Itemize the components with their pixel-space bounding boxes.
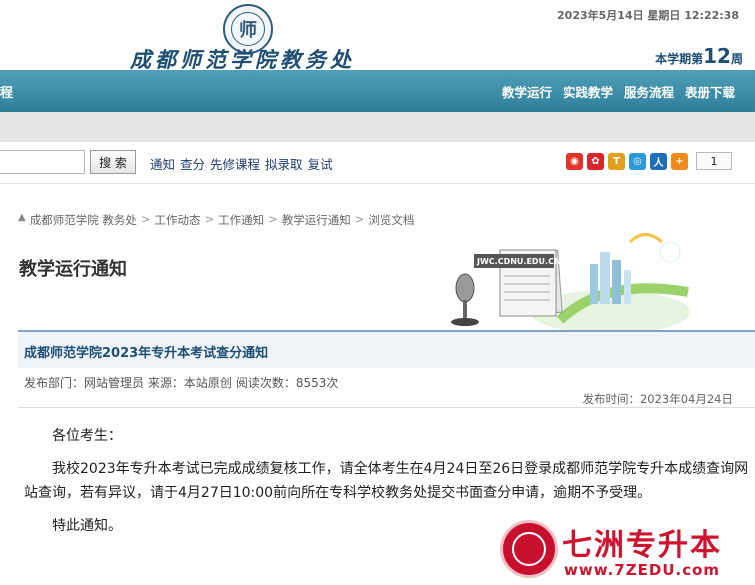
week-number: 12: [703, 44, 731, 68]
breadcrumb-item-work-notice[interactable]: 工作通知: [218, 212, 264, 228]
search-input[interactable]: [0, 150, 85, 174]
divider: [18, 407, 755, 408]
site-header: 师 成都师范学院教务处 2023年5月14日 星期日 12:22:38 本学期第…: [0, 0, 755, 72]
watermark: 七洲专升本 www.7ZEDU.com: [500, 520, 755, 585]
weibo-share-icon[interactable]: ◉: [566, 152, 583, 170]
illustration-sign: JWC.CDNU.EDU.CN: [476, 257, 561, 266]
breadcrumb-separator: >: [354, 212, 365, 226]
qzone-share-icon[interactable]: ◎: [629, 152, 646, 170]
search-toolbar: 搜 索 通知 查分 先修课程 拟录取 复试 ◉ ✿ T ◎ 人 + 1: [0, 142, 755, 184]
breadcrumb-separator: >: [268, 212, 278, 226]
publish-time: 发布时间：2023年04月24日: [582, 392, 733, 406]
sub-band: [0, 112, 755, 142]
watermark-name: 七洲专升本: [562, 528, 722, 563]
breadcrumb-separator: >: [140, 212, 151, 226]
search-button[interactable]: 搜 索: [90, 150, 136, 174]
article-department: 发布部门：网站管理员 来源：本站原创: [24, 376, 232, 390]
hot-link-notice[interactable]: 通知: [150, 154, 175, 173]
greeting: 各位考生：: [52, 428, 122, 444]
current-datetime: 2023年5月14日 星期日 12:22:38: [557, 9, 739, 22]
share-count: 1: [696, 152, 732, 170]
watermark-url: www.7ZEDU.com: [564, 561, 721, 579]
breadcrumb-separator: >: [204, 212, 215, 226]
article-views: 阅读次数：8553次: [235, 376, 339, 390]
hot-link-admission[interactable]: 拟录取: [265, 154, 303, 173]
newsroom-illustration: JWC.CDNU.EDU.CN: [451, 233, 690, 332]
hot-link-score-query[interactable]: 查分: [180, 154, 205, 173]
nav-item-teaching-operation[interactable]: 教学运行: [502, 82, 552, 101]
breadcrumb-item-current: 浏览文档: [368, 213, 415, 227]
week-suffix: 周: [730, 52, 743, 66]
main-nav: 程 教学运行 实践教学 服务流程 表册下载: [0, 70, 755, 112]
nav-item-form-download[interactable]: 表册下载: [685, 82, 735, 101]
article-header: 成都师范学院2023年专升本考试查分通知: [18, 330, 755, 368]
hot-link-prerequisite[interactable]: 先修课程: [210, 154, 260, 173]
nav-item-service-process[interactable]: 服务流程: [624, 82, 674, 101]
article-paragraph: 我校2023年专升本考试已完成成绩复核工作，请全体考生在4月24日至26日登录成…: [24, 461, 749, 501]
renren-share-icon[interactable]: ✿: [587, 152, 604, 170]
semester-week: 本学期第12周: [655, 44, 743, 68]
article-meta: 发布部门：网站管理员 来源：本站原创 阅读次数：8553次: [24, 374, 338, 391]
nav-items: 教学运行 实践教学 服务流程 表册下载: [502, 82, 735, 101]
page-title: 教学运行通知: [19, 259, 127, 280]
hot-search-links: 通知 查分 先修课程 拟录取 复试: [150, 154, 333, 173]
breadcrumb-item-teaching-notice[interactable]: 教学运行通知: [282, 212, 351, 228]
emblem-mark: 师: [231, 12, 265, 46]
share-buttons: ◉ ✿ T ◎ 人 + 1: [566, 152, 732, 170]
nav-item-practice-teaching[interactable]: 实践教学: [563, 82, 613, 101]
home-icon: ▲: [18, 212, 26, 223]
watermark-logo-icon: [500, 520, 558, 578]
nav-item-truncated[interactable]: 程: [0, 82, 13, 101]
breadcrumb-item-work-news[interactable]: 工作动态: [155, 212, 201, 228]
tqq-share-icon[interactable]: T: [608, 152, 625, 170]
breadcrumb: ▲ 成都师范学院 教务处 > 工作动态 > 工作通知 > 教学运行通知 > 浏览…: [18, 212, 414, 228]
hot-link-retest[interactable]: 复试: [308, 154, 333, 173]
breadcrumb-item-home[interactable]: 成都师范学院 教务处: [30, 212, 137, 228]
more-share-icon[interactable]: +: [671, 152, 688, 170]
article-title: 成都师范学院2023年专升本考试查分通知: [24, 346, 269, 361]
week-prefix: 本学期第: [655, 52, 704, 66]
people-share-icon[interactable]: 人: [650, 152, 667, 170]
